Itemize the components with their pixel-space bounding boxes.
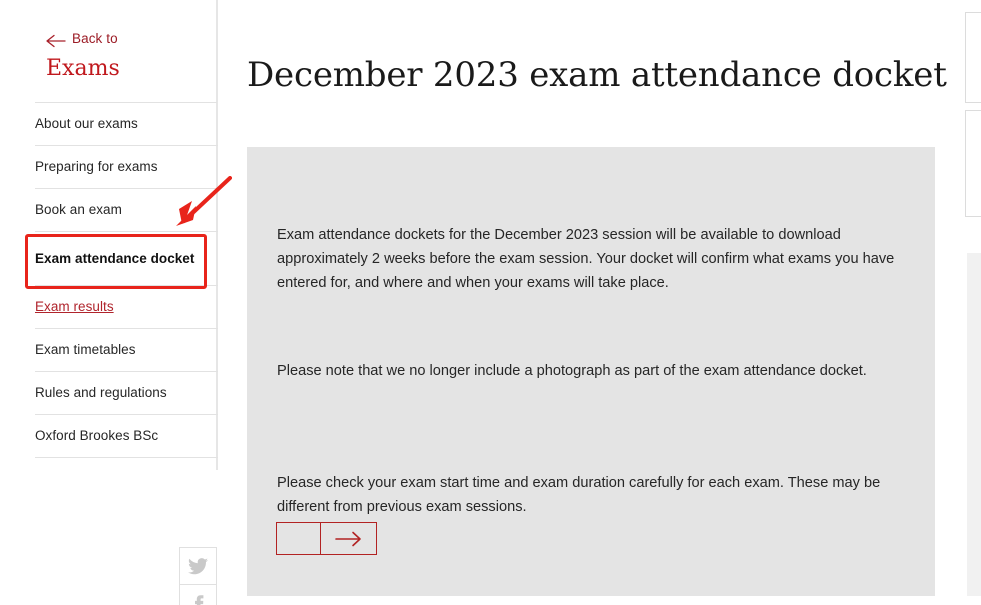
facebook-icon bbox=[188, 594, 208, 605]
sidebar-item-exam-attendance-docket[interactable]: Exam attendance docket bbox=[35, 232, 218, 286]
paragraph-photograph-note: Please note that we no longer include a … bbox=[277, 362, 867, 379]
sidebar-item-rules-and-regulations[interactable]: Rules and regulations bbox=[35, 372, 218, 415]
page-title: December 2023 exam attendance docket bbox=[247, 55, 947, 95]
right-edge-panel-middle bbox=[965, 110, 981, 217]
sidebar-item-label: Rules and regulations bbox=[35, 385, 167, 400]
sidebar-nav: About our exams Preparing for exams Book… bbox=[35, 103, 218, 458]
twitter-icon-button[interactable] bbox=[179, 547, 217, 585]
sidebar-item-label: Exam results bbox=[35, 299, 114, 314]
sidebar-item-exam-results[interactable]: Exam results bbox=[35, 286, 218, 329]
arrow-right-icon[interactable] bbox=[321, 522, 377, 555]
sidebar-item-label: Preparing for exams bbox=[35, 159, 158, 174]
twitter-icon bbox=[188, 557, 208, 575]
page-root: Back to Exams About our exams Preparing … bbox=[0, 0, 981, 605]
right-edge-panel-top bbox=[965, 12, 981, 103]
sidebar: Back to Exams About our exams Preparing … bbox=[0, 0, 218, 470]
social-links bbox=[179, 547, 217, 605]
content-panel: Exam attendance dockets for the December… bbox=[247, 147, 935, 596]
paragraph-start-time-note: Please check your exam start time and ex… bbox=[277, 474, 881, 515]
sidebar-item-label: Book an exam bbox=[35, 202, 122, 217]
sidebar-item-exam-timetables[interactable]: Exam timetables bbox=[35, 329, 218, 372]
sidebar-item-label: About our exams bbox=[35, 116, 138, 131]
sidebar-item-preparing-for-exams[interactable]: Preparing for exams bbox=[35, 146, 218, 189]
sidebar-section-title[interactable]: Exams bbox=[46, 56, 120, 82]
sidebar-item-book-an-exam[interactable]: Book an exam bbox=[35, 189, 218, 232]
arrow-left-icon bbox=[46, 34, 66, 48]
back-to-label: Back to bbox=[72, 31, 118, 46]
docket-next-button[interactable] bbox=[276, 522, 377, 555]
sidebar-item-label: Exam attendance docket bbox=[35, 250, 195, 266]
docket-button-label bbox=[276, 522, 321, 555]
paragraph-availability: Exam attendance dockets for the December… bbox=[277, 226, 895, 291]
facebook-icon-button[interactable] bbox=[179, 585, 217, 605]
sidebar-item-about-our-exams[interactable]: About our exams bbox=[35, 103, 218, 146]
sidebar-item-label: Oxford Brookes BSc bbox=[35, 428, 159, 443]
sidebar-item-label: Exam timetables bbox=[35, 342, 136, 357]
sidebar-item-oxford-brookes-bsc[interactable]: Oxford Brookes BSc bbox=[35, 415, 218, 458]
right-edge-panel-bottom bbox=[967, 253, 981, 596]
